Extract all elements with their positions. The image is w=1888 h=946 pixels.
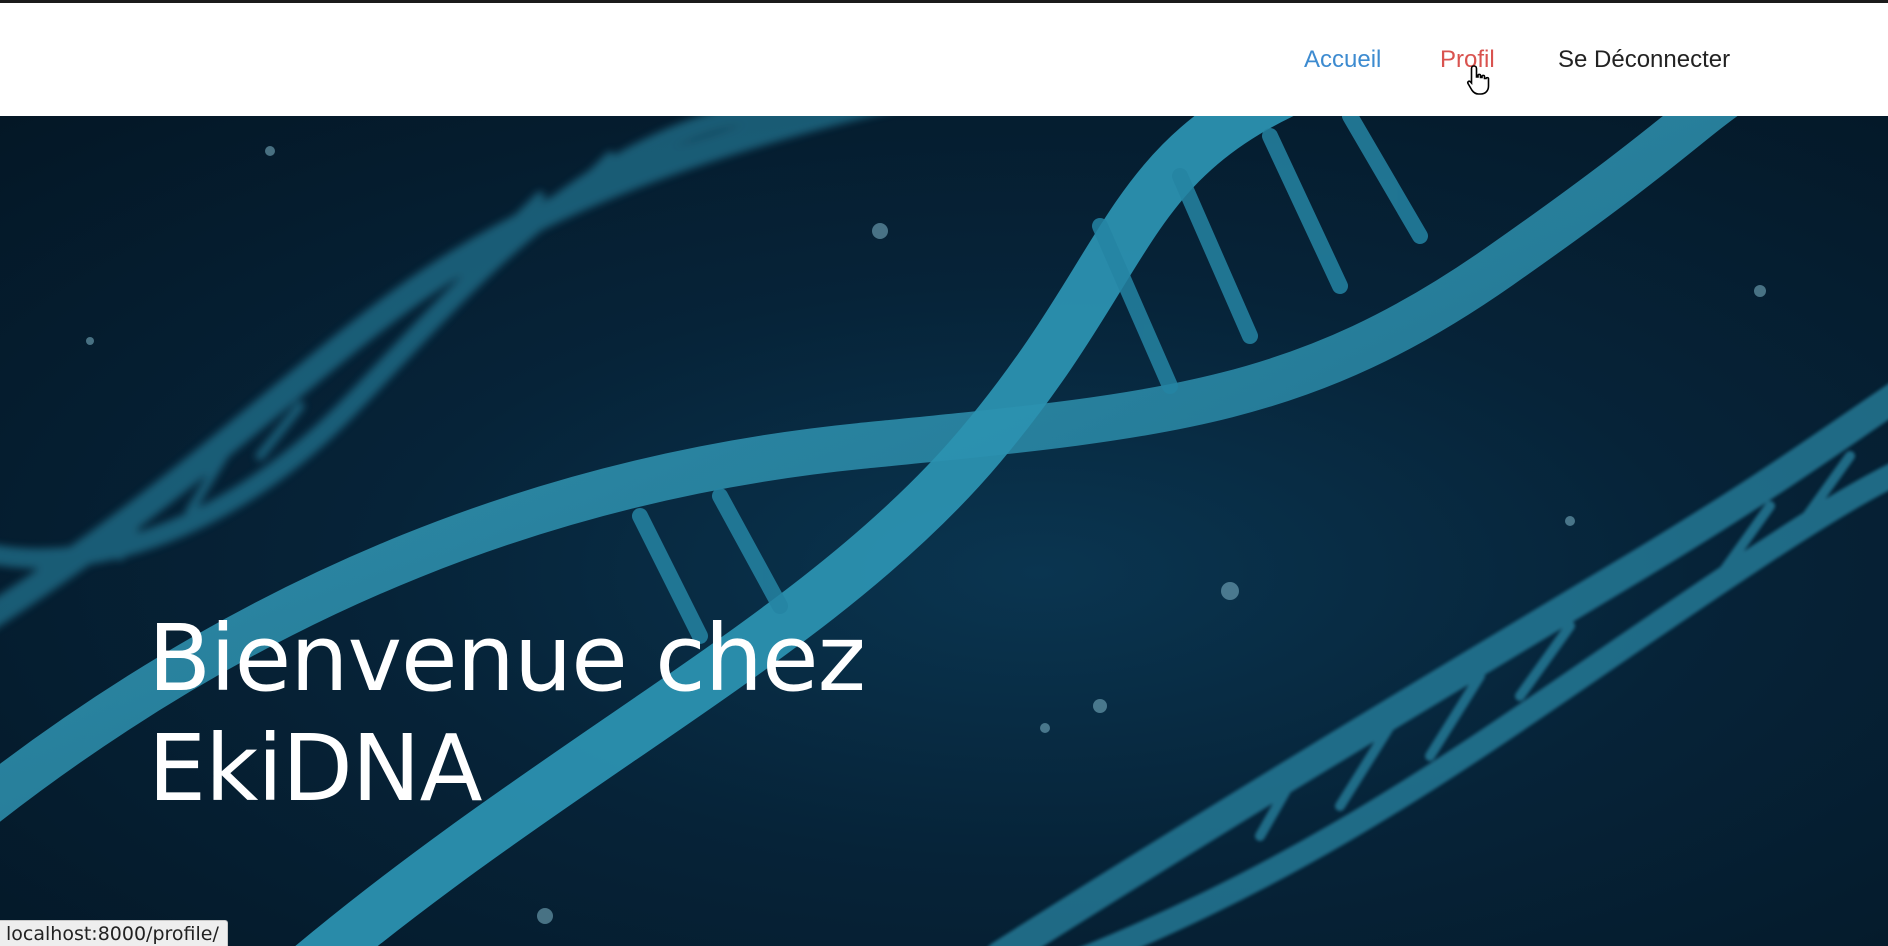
navbar: Accueil Profil Se Déconnecter bbox=[0, 3, 1888, 116]
status-bar-url: localhost:8000/profile/ bbox=[0, 920, 228, 946]
hero-title-line-2: EkiDNA bbox=[148, 715, 483, 822]
hero-title-line-1: Bienvenue chez bbox=[148, 605, 866, 712]
nav-link-accueil[interactable]: Accueil bbox=[1304, 45, 1381, 75]
nav-link-profil[interactable]: Profil bbox=[1440, 45, 1495, 75]
hero-title: Bienvenue chez EkiDNA bbox=[148, 604, 948, 824]
hero-banner: Bienvenue chez EkiDNA bbox=[0, 116, 1888, 946]
nav-link-logout[interactable]: Se Déconnecter bbox=[1558, 45, 1730, 75]
